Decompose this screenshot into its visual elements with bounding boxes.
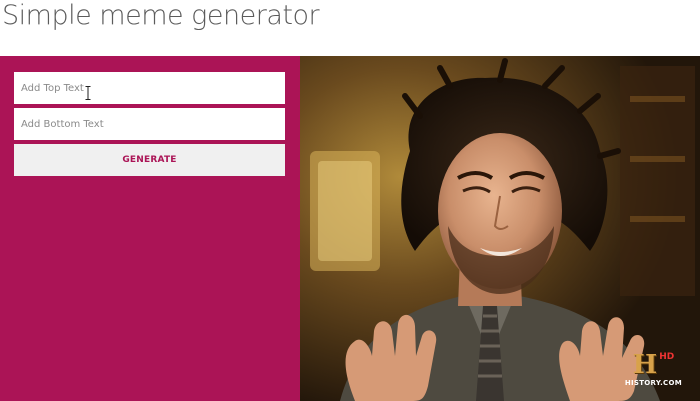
watermark-site-text: HISTORY.COM <box>624 379 682 387</box>
history-watermark: H HD HISTORY.COM <box>625 352 682 387</box>
bottom-text-input[interactable] <box>14 108 285 140</box>
history-logo: H <box>632 350 658 380</box>
generate-button[interactable]: GENERATE <box>14 144 285 176</box>
meme-image: H HD HISTORY.COM <box>300 56 700 401</box>
hd-badge: HD <box>659 352 675 362</box>
top-text-input[interactable] <box>14 72 285 104</box>
controls-panel: GENERATE <box>0 56 300 401</box>
app-root: Simple meme generator GENERATE <box>0 0 700 401</box>
page-title: Simple meme generator <box>2 0 320 31</box>
